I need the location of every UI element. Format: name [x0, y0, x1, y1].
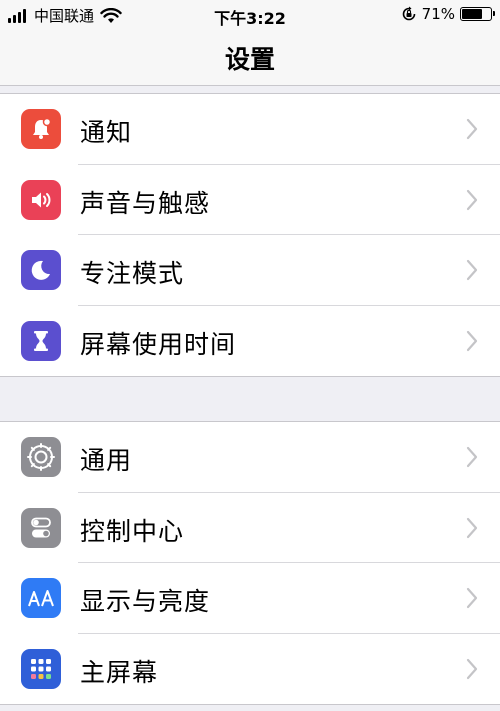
settings-group-1: 通知 声音与触感 专注模式 屏幕使用时间 — [0, 93, 500, 377]
settings-row-display-brightness[interactable]: 显示与亮度 — [0, 563, 500, 634]
status-right: 71% — [401, 5, 495, 23]
settings-row-screen-time[interactable]: 屏幕使用时间 — [0, 306, 500, 377]
settings-group-2: 通用 控制中心 显示与亮度 主屏幕 — [0, 421, 500, 705]
general-gear-icon — [21, 437, 61, 477]
settings-row-focus[interactable]: 专注模式 — [0, 235, 500, 306]
display-brightness-icon — [21, 578, 61, 618]
status-bar: 中国联通 下午3:22 71% — [0, 0, 500, 30]
settings-row-label: 通用 — [80, 446, 133, 475]
settings-row-notifications[interactable]: 通知 — [0, 94, 500, 165]
page-title: 设置 — [224, 45, 275, 74]
navigation-bar: 设置 — [0, 30, 500, 86]
settings-row-label: 显示与亮度 — [80, 587, 211, 616]
chevron-right-icon — [466, 189, 478, 210]
home-screen-icon — [21, 648, 61, 689]
settings-row-general[interactable]: 通用 — [0, 422, 500, 493]
settings-row-sounds-haptics[interactable]: 声音与触感 — [0, 165, 500, 235]
battery-icon — [460, 7, 495, 21]
settings-row-label: 专注模式 — [80, 259, 185, 288]
chevron-right-icon — [466, 446, 478, 468]
settings-row-label: 屏幕使用时间 — [80, 329, 237, 359]
settings-row-label: 控制中心 — [80, 516, 185, 546]
screen-time-hourglass-icon — [21, 320, 61, 361]
settings-row-label: 通知 — [80, 118, 133, 147]
chevron-right-icon — [466, 517, 478, 538]
settings-row-home-screen[interactable]: 主屏幕 — [0, 634, 500, 705]
chevron-right-icon — [466, 259, 478, 281]
sounds-icon — [21, 179, 61, 220]
orientation-lock-icon — [402, 6, 415, 21]
settings-row-control-center[interactable]: 控制中心 — [0, 493, 500, 563]
settings-row-label: 声音与触感 — [80, 188, 211, 218]
chevron-right-icon — [466, 587, 478, 609]
chevron-right-icon — [466, 330, 478, 351]
chevron-right-icon — [466, 658, 478, 679]
focus-moon-icon — [21, 250, 61, 290]
control-center-icon — [21, 507, 61, 548]
battery-percent: 71% — [421, 5, 455, 23]
settings-row-label: 主屏幕 — [80, 657, 159, 687]
chevron-right-icon — [466, 118, 478, 140]
notifications-icon — [21, 109, 61, 149]
